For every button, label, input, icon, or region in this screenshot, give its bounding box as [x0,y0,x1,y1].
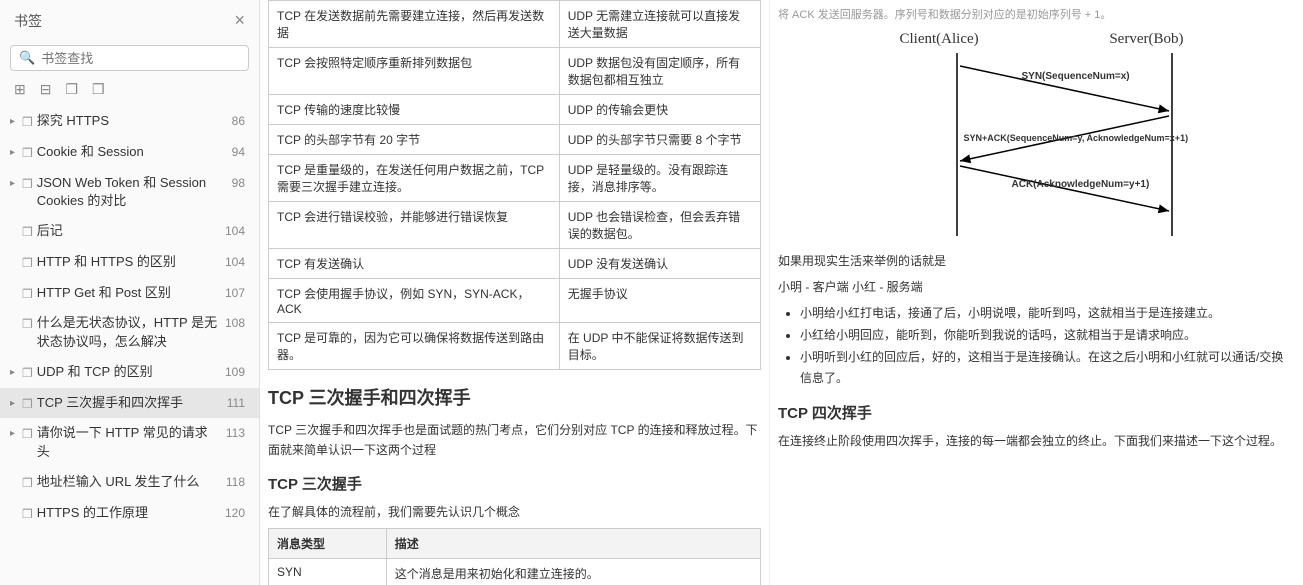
expand-all-icon[interactable]: ⊞ [14,81,26,98]
bookmark-glyph-icon: ❒ [22,475,33,492]
bookmark-page: 94 [232,144,245,161]
bookmark-label: 请你说一下 HTTP 常见的请求头 [37,424,220,460]
bookmark-glyph-icon: ❒ [22,365,33,382]
bookmark-label: HTTPS 的工作原理 [37,504,219,522]
bookmark-item[interactable]: ❒什么是无状态协议，HTTP 是无状态协议吗，怎么解决 108 [0,308,259,356]
bookmark-item[interactable]: ❒地址栏输入 URL 发生了什么 118 [0,467,259,498]
table-row: TCP 会使用握手协议，例如 SYN，SYN-ACK，ACK无握手协议 [269,279,761,323]
bookmark-glyph-icon: ❒ [22,396,33,413]
bookmark-glyph-icon: ❒ [22,224,33,241]
chevron-right-icon: ▸ [10,366,18,380]
bookmark-item[interactable]: ▸ ❒Cookie 和 Session 94 [0,137,259,168]
tcp-udp-compare-table: TCP 在发送数据前先需要建立连接，然后再发送数据UDP 无需建立连接就可以直接… [268,0,761,370]
page-left: TCP 在发送数据前先需要建立连接，然后再发送数据UDP 无需建立连接就可以直接… [260,0,770,585]
truncated-text: 将 ACK 发送回服务器。序列号和数据分别对应的是初始序列号 + 1。 [778,6,1295,25]
bookmark-item[interactable]: ▸ ❒JSON Web Token 和 Session Cookies 的对比 98 [0,168,259,216]
bookmark-item[interactable]: ❒后记 104 [0,216,259,247]
bookmark-page: 107 [225,285,245,302]
table-row: TCP 是重量级的，在发送任何用户数据之前，TCP需要三次握手建立连接。UDP … [269,155,761,202]
close-icon[interactable]: × [234,10,245,31]
diagram-msg-1: SYN(SequenceNum=x) [1022,71,1130,82]
diagram-msg-3: ACK(AcknowledgeNum=y+1) [1012,179,1150,190]
bookmark-page: 111 [227,395,245,412]
bookmark-page: 113 [226,425,245,442]
table-row: TCP 的头部字节有 20 字节UDP 的头部字节只需要 8 个字节 [269,125,761,155]
list-item: 小明听到小红的回应后，好的，这相当于是连接确认。在这之后小明和小红就可以通话/交… [800,347,1295,390]
bookmark-page: 118 [226,474,245,491]
bookmark-glyph-icon: ❒ [22,114,33,131]
table-row: TCP 是可靠的，因为它可以确保将数据传送到路由器。在 UDP 中不能保证将数据… [269,323,761,370]
bookmark-label: Cookie 和 Session [37,143,226,161]
bookmark-item[interactable]: ❒HTTP 和 HTTPS 的区别 104 [0,247,259,278]
table-row: TCP 会按照特定顺序重新排列数据包UDP 数据包没有固定顺序，所有数据包都相互… [269,48,761,95]
handshake-diagram: Client(Alice) Server(Bob) SYN(SequenceNu… [872,31,1202,241]
bookmark-label: TCP 三次握手和四次挥手 [37,394,221,412]
bookmark-item[interactable]: ▸ ❒UDP 和 TCP 的区别 109 [0,357,259,388]
bookmark-page: 108 [225,315,245,332]
section-heading: TCP 三次握手和四次挥手 [268,384,761,410]
bookmark-page: 104 [225,223,245,240]
bookmark-glyph-icon: ❒ [22,286,33,303]
bookmark-glyph-icon: ❒ [22,426,33,443]
search-input[interactable] [41,51,240,66]
bookmark-item[interactable]: ❒HTTPS 的工作原理 120 [0,498,259,529]
diagram-msg-2: SYN+ACK(SequenceNum=y, AcknowledgeNum=x+… [964,133,1189,143]
table-row: TCP 在发送数据前先需要建立连接，然后再发送数据UDP 无需建立连接就可以直接… [269,1,761,48]
bookmark-page: 98 [232,175,245,192]
bookmark-label: 地址栏输入 URL 发生了什么 [37,473,220,491]
paragraph: 在了解具体的流程前，我们需要先认识几个概念 [268,502,761,522]
search-icon: 🔍 [19,50,35,66]
table-row: TCP 传输的速度比较慢UDP 的传输会更快 [269,95,761,125]
bookmark-glyph-icon: ❒ [22,255,33,272]
bookmark-label: UDP 和 TCP 的区别 [37,363,219,381]
bookmark-page: 104 [225,254,245,271]
analogy-list: 小明给小红打电话，接通了后，小明说喂，能听到吗，这就相当于是连接建立。小红给小明… [778,303,1295,389]
paragraph: 小明 - 客户端 小红 - 服务端 [778,277,1295,297]
subsection-heading: TCP 四次挥手 [778,402,1295,423]
chevron-right-icon: ▸ [10,115,18,129]
bookmark-glyph-icon: ❒ [22,176,33,193]
paragraph: TCP 三次握手和四次挥手也是面试题的热门考点，它们分别对应 TCP 的连接和释… [268,420,761,461]
bookmark-label: 探究 HTTPS [37,112,226,130]
message-type-table: 消息类型描述 SYN这个消息是用来初始化和建立连接的。ACK帮助对方确认收到的 … [268,528,761,585]
chevron-right-icon: ▸ [10,146,18,160]
bookmark-glyph-icon: ❒ [22,145,33,162]
table-row: SYN这个消息是用来初始化和建立连接的。 [269,559,761,585]
page-right: 将 ACK 发送回服务器。序列号和数据分别对应的是初始序列号 + 1。 Clie… [770,0,1303,585]
sidebar-toolbar: ⊞ ⊟ ❒ ❒ [0,81,259,106]
table-row: TCP 有发送确认UDP 没有发送确认 [269,249,761,279]
bookmark-label: 后记 [37,222,219,240]
bookmark-page: 120 [225,505,245,522]
bookmark-item[interactable]: ▸ ❒TCP 三次握手和四次挥手 111 [0,388,259,419]
paragraph: 在连接终止阶段使用四次挥手，连接的每一端都会独立的终止。下面我们来描述一下这个过… [778,431,1295,451]
bookmarks-sidebar: 书签 × 🔍 ⊞ ⊟ ❒ ❒ ▸❒探究 HTTPS86▸❒Cookie 和 Se… [0,0,260,585]
bookmark-icon[interactable]: ❒ [65,81,78,98]
bookmark-glyph-icon: ❒ [22,506,33,523]
content-area: TCP 在发送数据前先需要建立连接，然后再发送数据UDP 无需建立连接就可以直接… [260,0,1303,585]
bookmark-label: JSON Web Token 和 Session Cookies 的对比 [37,174,226,210]
search-box[interactable]: 🔍 [10,45,249,71]
bookmark-alt-icon[interactable]: ❒ [92,81,105,98]
list-item: 小红给小明回应，能听到，你能听到我说的话吗，这就相当于是请求响应。 [800,325,1295,347]
bookmark-page: 109 [225,364,245,381]
collapse-all-icon[interactable]: ⊟ [40,81,52,98]
bookmark-item[interactable]: ▸ ❒探究 HTTPS 86 [0,106,259,137]
chevron-right-icon: ▸ [10,427,18,441]
paragraph: 如果用现实生活来举例的话就是 [778,251,1295,271]
bookmark-item[interactable]: ▸ ❒请你说一下 HTTP 常见的请求头 113 [0,418,259,466]
list-item: 小明给小红打电话，接通了后，小明说喂，能听到吗，这就相当于是连接建立。 [800,303,1295,325]
bookmark-item[interactable]: ❒HTTP Get 和 Post 区别 107 [0,278,259,309]
table-row: TCP 会进行错误校验，并能够进行错误恢复UDP 也会错误检查，但会丢弃错误的数… [269,202,761,249]
bookmark-label: 什么是无状态协议，HTTP 是无状态协议吗，怎么解决 [37,314,219,350]
bookmark-label: HTTP Get 和 Post 区别 [37,284,219,302]
sidebar-header: 书签 × [0,0,259,41]
chevron-right-icon: ▸ [10,177,18,191]
bookmark-list: ▸❒探究 HTTPS86▸❒Cookie 和 Session94▸❒JSON W… [0,106,259,585]
chevron-right-icon: ▸ [10,397,18,411]
bookmark-page: 86 [232,113,245,130]
bookmark-glyph-icon: ❒ [22,316,33,333]
bookmark-label: HTTP 和 HTTPS 的区别 [37,253,219,271]
sidebar-title: 书签 [14,11,42,31]
subsection-heading: TCP 三次握手 [268,473,761,494]
